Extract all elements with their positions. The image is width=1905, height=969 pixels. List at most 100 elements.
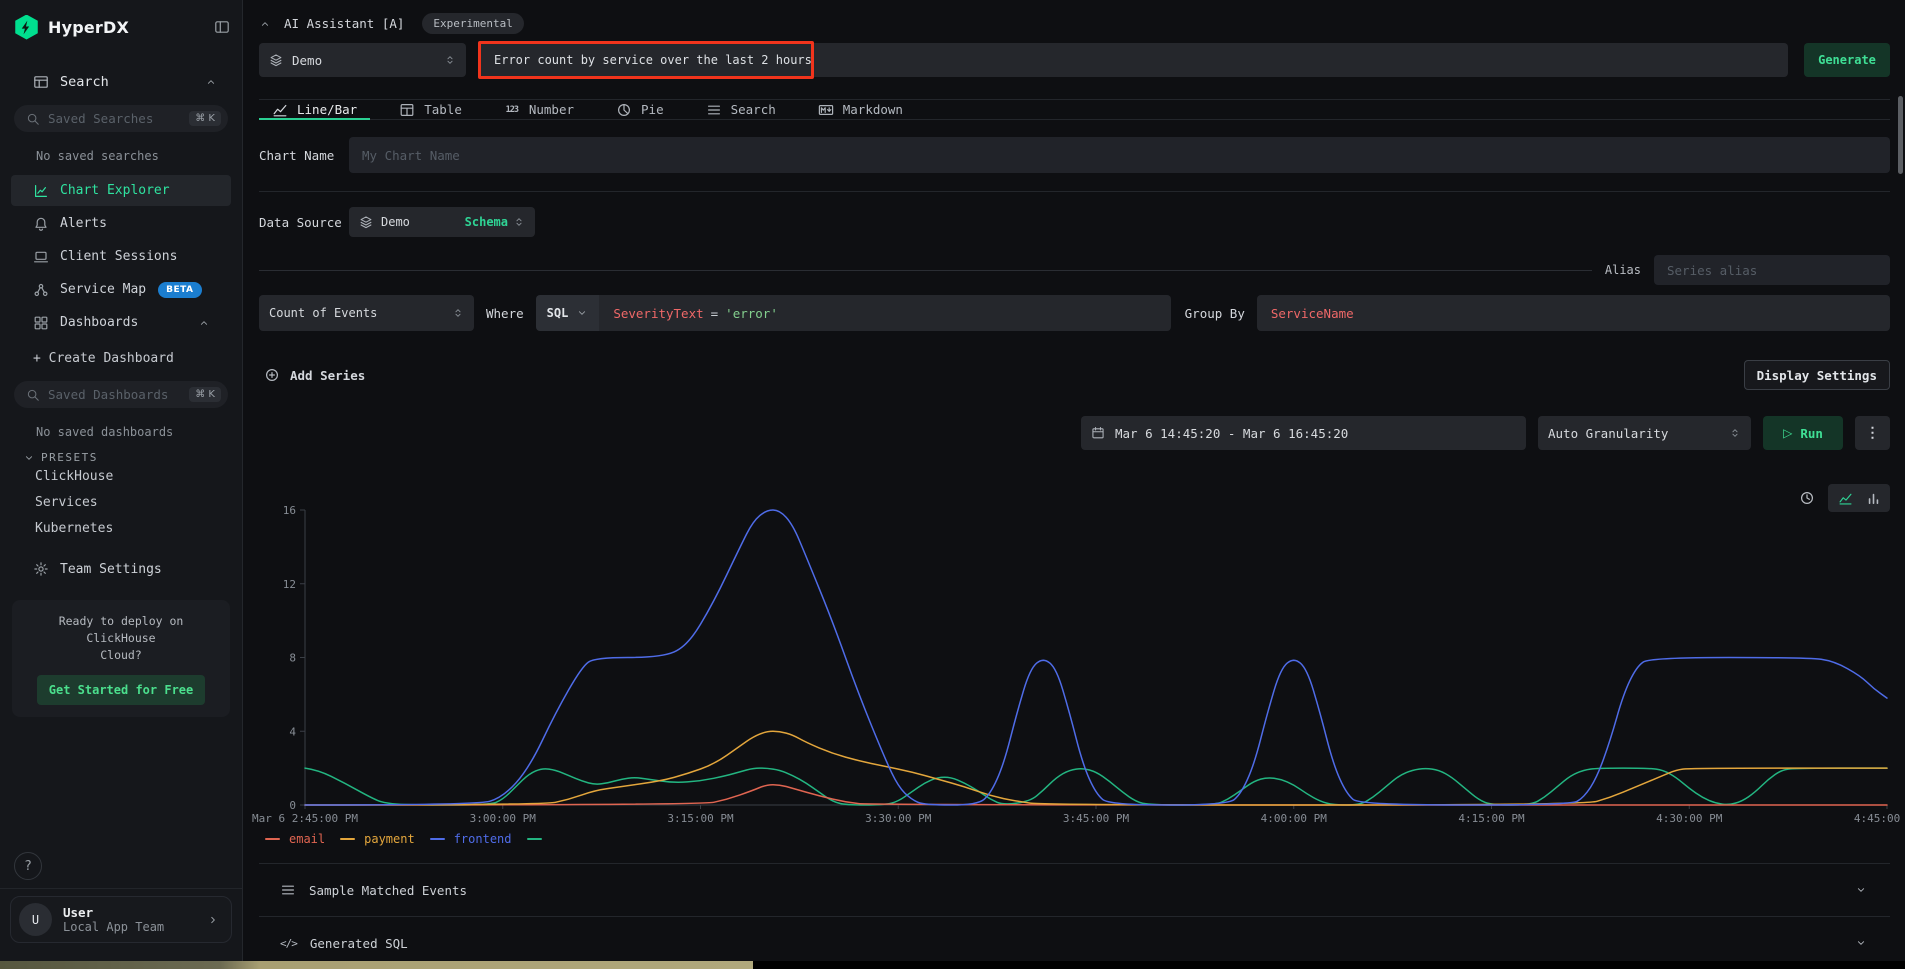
language-select[interactable]: SQL	[536, 295, 600, 331]
saved-searches-input[interactable]: Saved Searches ⌘ K	[14, 105, 228, 132]
sidebar: HyperDX Search Saved Searches ⌘ K No sav…	[0, 0, 243, 969]
no-saved-searches-text: No saved searches	[0, 149, 242, 163]
sample-matched-events-row[interactable]: Sample Matched Events	[259, 863, 1890, 916]
tab-table[interactable]: Table	[386, 100, 475, 119]
svg-text:3:45:00 PM: 3:45:00 PM	[1063, 812, 1130, 825]
sidebar-item-team-settings[interactable]: Team Settings	[0, 553, 242, 585]
divider	[259, 191, 1890, 192]
time-range-picker[interactable]: Mar 6 14:45:20 - Mar 6 16:45:20	[1081, 416, 1526, 450]
main-content: AI Assistant [A] Experimental Demo Gener…	[243, 0, 1905, 969]
ai-source-select[interactable]: Demo	[259, 43, 466, 77]
scrollbar-thumb[interactable]	[1898, 96, 1903, 174]
series-row: Count of Events Where SQL SeverityText =…	[259, 295, 1890, 331]
cloud-card-line1: Ready to deploy on ClickHouse	[22, 613, 220, 647]
chevron-up-icon[interactable]	[198, 317, 210, 329]
language-value: SQL	[547, 306, 569, 320]
data-source-select[interactable]: Demo Schema	[349, 207, 535, 237]
beta-badge: BETA	[158, 282, 201, 298]
section-label: Generated SQL	[310, 936, 408, 951]
preset-clickhouse[interactable]: ClickHouse	[0, 464, 242, 490]
granularity-select[interactable]: Auto Granularity	[1538, 416, 1751, 450]
sidebar-item-service-map[interactable]: Service Map BETA	[11, 274, 231, 305]
gear-icon	[33, 561, 49, 577]
bell-icon	[33, 216, 49, 232]
presets-header[interactable]: PRESETS	[0, 451, 242, 464]
get-started-button[interactable]: Get Started for Free	[37, 675, 205, 705]
where-expression-input[interactable]: SeverityText = 'error'	[599, 295, 1170, 331]
saved-dashboards-input[interactable]: Saved Dashboards ⌘ K	[14, 381, 228, 408]
ai-assistant-header: AI Assistant [A] Experimental	[259, 13, 1890, 34]
group-by-input[interactable]: ServiceName	[1257, 295, 1890, 331]
chart-area[interactable]: 0481216Mar 6 2:45:00 PM3:00:00 PM3:15:00…	[259, 502, 1890, 820]
add-series-button[interactable]: Add Series	[259, 367, 365, 383]
sidebar-item-label: Chart Explorer	[60, 183, 170, 198]
line-chart-icon	[272, 102, 288, 118]
svg-text:4:00:00 PM: 4:00:00 PM	[1261, 812, 1328, 825]
sidebar-item-dashboards[interactable]: Dashboards	[11, 307, 231, 338]
granularity-value: Auto Granularity	[1548, 426, 1668, 441]
chevron-down-icon	[576, 307, 588, 319]
legend-label: email	[289, 832, 325, 846]
svg-text:Mar 6 2:45:00 PM: Mar 6 2:45:00 PM	[252, 812, 358, 825]
pie-chart-icon	[616, 102, 632, 118]
tab-search[interactable]: Search	[693, 100, 789, 119]
schema-link[interactable]: Schema	[465, 215, 508, 229]
legend-item[interactable]: email	[265, 832, 325, 846]
dashboards-grid-icon	[33, 315, 49, 331]
legend-item[interactable]	[527, 838, 542, 840]
select-chevrons-icon	[1729, 427, 1741, 439]
legend-item[interactable]: payment	[340, 832, 415, 846]
alias-row: Alias	[259, 255, 1890, 285]
tab-markdown[interactable]: Markdown	[805, 100, 916, 119]
sidebar-item-chart-explorer[interactable]: Chart Explorer	[11, 175, 231, 206]
divider	[259, 270, 1592, 271]
more-options-button[interactable]: ⋮	[1855, 416, 1890, 450]
calendar-icon	[1091, 426, 1105, 440]
where-label: Where	[486, 306, 524, 321]
sidebar-item-alerts[interactable]: Alerts	[11, 208, 231, 239]
where-value-token: 'error'	[725, 306, 778, 321]
chart-type-tabs: Line/Bar Table 123 Number Pie Search Mar…	[259, 100, 1890, 120]
tab-pie[interactable]: Pie	[603, 100, 677, 119]
hyperdx-logo-icon	[14, 15, 39, 40]
aggregation-select[interactable]: Count of Events	[259, 295, 474, 331]
help-icon: ?	[24, 859, 32, 874]
sidebar-item-label: Dashboards	[60, 315, 138, 330]
sidebar-collapse-icon[interactable]	[214, 19, 230, 35]
preset-services[interactable]: Services	[0, 490, 242, 516]
tab-label: Line/Bar	[297, 102, 357, 117]
tab-number[interactable]: 123 Number	[491, 100, 587, 119]
section-label: Sample Matched Events	[309, 883, 467, 898]
chevron-up-icon[interactable]	[205, 76, 217, 88]
ai-prompt-wrap	[480, 43, 1788, 77]
legend-item[interactable]: frontend	[430, 832, 512, 846]
sidebar-item-client-sessions[interactable]: Client Sessions	[11, 241, 231, 272]
help-button[interactable]: ?	[14, 852, 42, 880]
brand-row: HyperDX	[0, 0, 242, 40]
line-chart[interactable]: 0481216Mar 6 2:45:00 PM3:00:00 PM3:15:00…	[259, 502, 1890, 820]
ai-prompt-input[interactable]	[480, 43, 1788, 77]
sidebar-section-search[interactable]: Search	[14, 74, 228, 90]
tab-label: Markdown	[843, 102, 903, 117]
search-window-icon	[33, 74, 49, 90]
layers-icon	[359, 215, 373, 229]
user-menu[interactable]: U User Local App Team	[10, 896, 232, 943]
run-button[interactable]: ▷ Run	[1763, 416, 1843, 450]
select-chevrons-icon	[452, 307, 464, 319]
alias-input[interactable]	[1654, 255, 1890, 285]
display-settings-button[interactable]: Display Settings	[1744, 360, 1890, 390]
create-dashboard-link[interactable]: + Create Dashboard	[0, 351, 242, 366]
saved-searches-placeholder: Saved Searches	[48, 111, 189, 126]
data-source-row: Data Source Demo Schema	[259, 207, 1890, 237]
chart-name-input[interactable]	[349, 137, 1890, 173]
collapse-chevron-up-icon[interactable]	[259, 18, 271, 30]
list-icon	[706, 102, 722, 118]
no-saved-dashboards-text: No saved dashboards	[0, 425, 242, 439]
cloud-card-text: Ready to deploy on ClickHouse Cloud?	[22, 613, 220, 664]
svg-text:3:30:00 PM: 3:30:00 PM	[865, 812, 932, 825]
markdown-icon	[818, 102, 834, 118]
tab-line-bar[interactable]: Line/Bar	[259, 100, 370, 119]
preset-kubernetes[interactable]: Kubernetes	[0, 516, 242, 542]
select-chevrons-icon	[444, 54, 456, 66]
generate-button[interactable]: Generate	[1804, 43, 1890, 77]
